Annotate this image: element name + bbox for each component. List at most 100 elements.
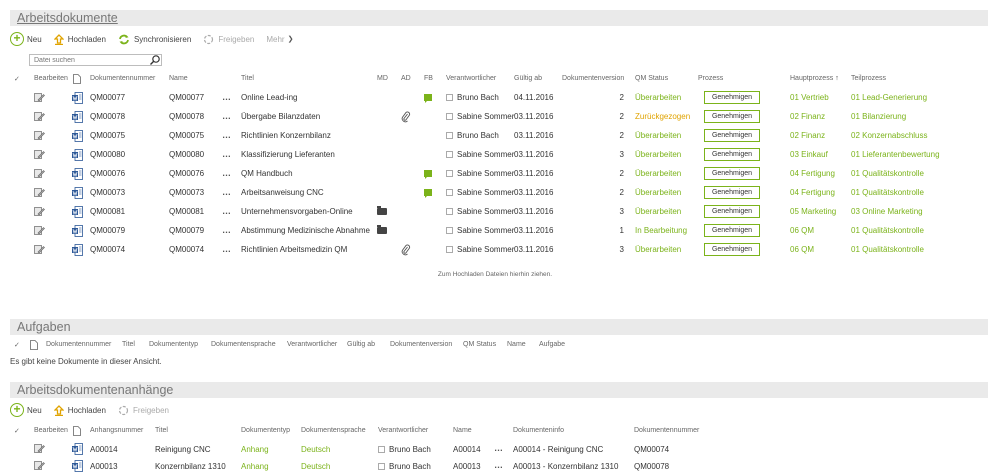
upload-button[interactable]: Hochladen	[53, 33, 106, 45]
edit-icon[interactable]	[34, 112, 45, 122]
sub-process-link[interactable]: 01 Qualitätskontrolle	[851, 169, 924, 178]
ellipsis-menu-icon[interactable]: …	[222, 244, 232, 254]
main-process-link[interactable]: 04 Fertigung	[790, 188, 835, 197]
approve-button[interactable]: Genehmigen	[704, 110, 760, 123]
docnum-link[interactable]: QM00078	[90, 112, 125, 121]
owner[interactable]: Sabine Sommer	[446, 207, 514, 216]
folder-icon[interactable]	[377, 225, 387, 234]
word-doc-icon[interactable]	[72, 244, 83, 256]
sub-process-link[interactable]: 01 Qualitätskontrolle	[851, 188, 924, 197]
main-process-link[interactable]: 02 Finanz	[790, 131, 825, 140]
att-col-title[interactable]: Titel	[155, 427, 168, 434]
sub-process-link[interactable]: 01 Lead-Generierung	[851, 93, 927, 102]
attachment-lang[interactable]: Deutsch	[301, 462, 330, 471]
attachments-select-all-check-icon[interactable]: ✓	[14, 427, 20, 435]
comment-icon[interactable]	[424, 189, 432, 198]
doc-name[interactable]: QM00075	[169, 131, 204, 140]
owner[interactable]: Bruno Bach	[378, 462, 431, 471]
main-process-link[interactable]: 02 Finanz	[790, 112, 825, 121]
qm-status[interactable]: Überarbeiten	[635, 169, 681, 178]
doc-name[interactable]: QM00073	[169, 188, 204, 197]
edit-icon[interactable]	[34, 245, 45, 255]
col-valid[interactable]: Gültig ab	[514, 75, 542, 82]
col-name[interactable]: Name	[169, 75, 188, 82]
col-process[interactable]: Prozess	[698, 75, 723, 82]
tasks-col-owner[interactable]: Verantwortlicher	[287, 341, 337, 348]
table-row[interactable]: QM00073 QM00073 … Arbeitsanweisung CNC Sabin…	[0, 184, 990, 203]
main-process-link[interactable]: 06 QM	[790, 245, 814, 254]
ellipsis-menu-icon[interactable]: …	[222, 225, 232, 235]
docnum-link[interactable]: QM00074	[90, 245, 125, 254]
word-doc-icon[interactable]	[72, 149, 83, 161]
file-search-input[interactable]	[29, 54, 162, 66]
tasks-col-version[interactable]: Dokumentenversion	[390, 341, 452, 348]
attachments-section-title[interactable]: Arbeitsdokumentenanhänge	[17, 383, 173, 397]
table-row[interactable]: QM00081 QM00081 … Unternehmensvorgaben-Onli…	[0, 203, 990, 222]
col-qm-status[interactable]: QM Status	[635, 75, 668, 82]
table-row[interactable]: QM00078 QM00078 … Übergabe Bilanzdaten Sabin…	[0, 108, 990, 127]
qm-status[interactable]: Überarbeiten	[635, 150, 681, 159]
owner[interactable]: Sabine Sommer	[446, 188, 514, 197]
main-process-link[interactable]: 03 Einkauf	[790, 150, 828, 159]
owner[interactable]: Sabine Sommer	[446, 245, 514, 254]
tasks-col-docnum[interactable]: Dokumentennummer	[46, 341, 111, 348]
col-md[interactable]: MD	[377, 75, 388, 82]
main-process-link[interactable]: 06 QM	[790, 226, 814, 235]
table-row[interactable]: QM00074 QM00074 … Richtlinien Arbeitsmedizi…	[0, 241, 990, 260]
col-docnum[interactable]: Dokumentennummer	[90, 75, 155, 82]
attachment-type[interactable]: Anhang	[241, 462, 269, 471]
att-col-edit[interactable]: Bearbeiten	[34, 427, 68, 434]
tasks-col-doclang[interactable]: Dokumentensprache	[211, 341, 276, 348]
attachment-num[interactable]: A00013	[90, 462, 118, 471]
owner[interactable]: Sabine Sommer	[446, 226, 514, 235]
owner[interactable]: Bruno Bach	[446, 131, 499, 140]
tasks-col-qm-status[interactable]: QM Status	[463, 341, 496, 348]
docnum-link[interactable]: QM00076	[90, 169, 125, 178]
qm-status[interactable]: Überarbeiten	[635, 93, 681, 102]
col-fb[interactable]: FB	[424, 75, 433, 82]
docs-section-title[interactable]: Arbeitsdokumente	[17, 11, 118, 25]
word-doc-icon[interactable]	[72, 206, 83, 218]
doc-name[interactable]: QM00074	[169, 245, 204, 254]
main-process-link[interactable]: 04 Fertigung	[790, 169, 835, 178]
docnum-link[interactable]: QM00079	[90, 226, 125, 235]
word-doc-icon[interactable]	[72, 460, 83, 472]
doc-name[interactable]: QM00079	[169, 226, 204, 235]
attachments-release-button[interactable]: Freigeben	[118, 405, 169, 416]
att-col-docnum[interactable]: Dokumentennummer	[634, 427, 699, 434]
qm-status[interactable]: Überarbeiten	[635, 207, 681, 216]
attachments-new-button[interactable]: + Neu	[10, 403, 42, 417]
ellipsis-menu-icon[interactable]: …	[222, 111, 232, 121]
docnum-link[interactable]: QM00075	[90, 131, 125, 140]
col-owner[interactable]: Verantwortlicher	[446, 75, 496, 82]
table-row[interactable]: A00013 Konzernbilanz 1310 Anhang Deutsch Bru…	[0, 458, 990, 475]
main-process-link[interactable]: 01 Vertrieb	[790, 93, 829, 102]
ellipsis-menu-icon[interactable]: …	[222, 168, 232, 178]
ellipsis-menu-icon[interactable]: …	[222, 149, 232, 159]
attachment-lang[interactable]: Deutsch	[301, 445, 330, 454]
release-button[interactable]: Freigeben	[203, 34, 254, 45]
col-ad[interactable]: AD	[401, 75, 411, 82]
doc-name[interactable]: QM00081	[169, 207, 204, 216]
sub-process-link[interactable]: 01 Qualitätskontrolle	[851, 226, 924, 235]
word-doc-icon[interactable]	[72, 225, 83, 237]
att-col-type[interactable]: Dokumententyp	[241, 427, 290, 434]
word-doc-icon[interactable]	[72, 443, 83, 455]
approve-button[interactable]: Genehmigen	[704, 186, 760, 199]
new-button[interactable]: + Neu	[10, 32, 42, 46]
sub-process-link[interactable]: 01 Qualitätskontrolle	[851, 245, 924, 254]
col-title[interactable]: Titel	[241, 75, 254, 82]
tasks-section-title[interactable]: Aufgaben	[17, 320, 71, 334]
att-col-num[interactable]: Anhangsnummer	[90, 427, 143, 434]
edit-icon[interactable]	[34, 93, 45, 103]
att-col-lang[interactable]: Dokumentensprache	[301, 427, 366, 434]
edit-icon[interactable]	[34, 226, 45, 236]
edit-icon[interactable]	[34, 131, 45, 141]
sub-process-link[interactable]: 02 Konzernabschluss	[851, 131, 928, 140]
table-row[interactable]: QM00077 QM00077 … Online Lead-ing Bruno Bach…	[0, 89, 990, 108]
approve-button[interactable]: Genehmigen	[704, 224, 760, 237]
tasks-col-valid[interactable]: Gültig ab	[347, 341, 375, 348]
paperclip-icon[interactable]	[401, 111, 411, 123]
table-row[interactable]: QM00075 QM00075 … Richtlinien Konzernbilanz…	[0, 127, 990, 146]
comment-icon[interactable]	[424, 170, 432, 179]
